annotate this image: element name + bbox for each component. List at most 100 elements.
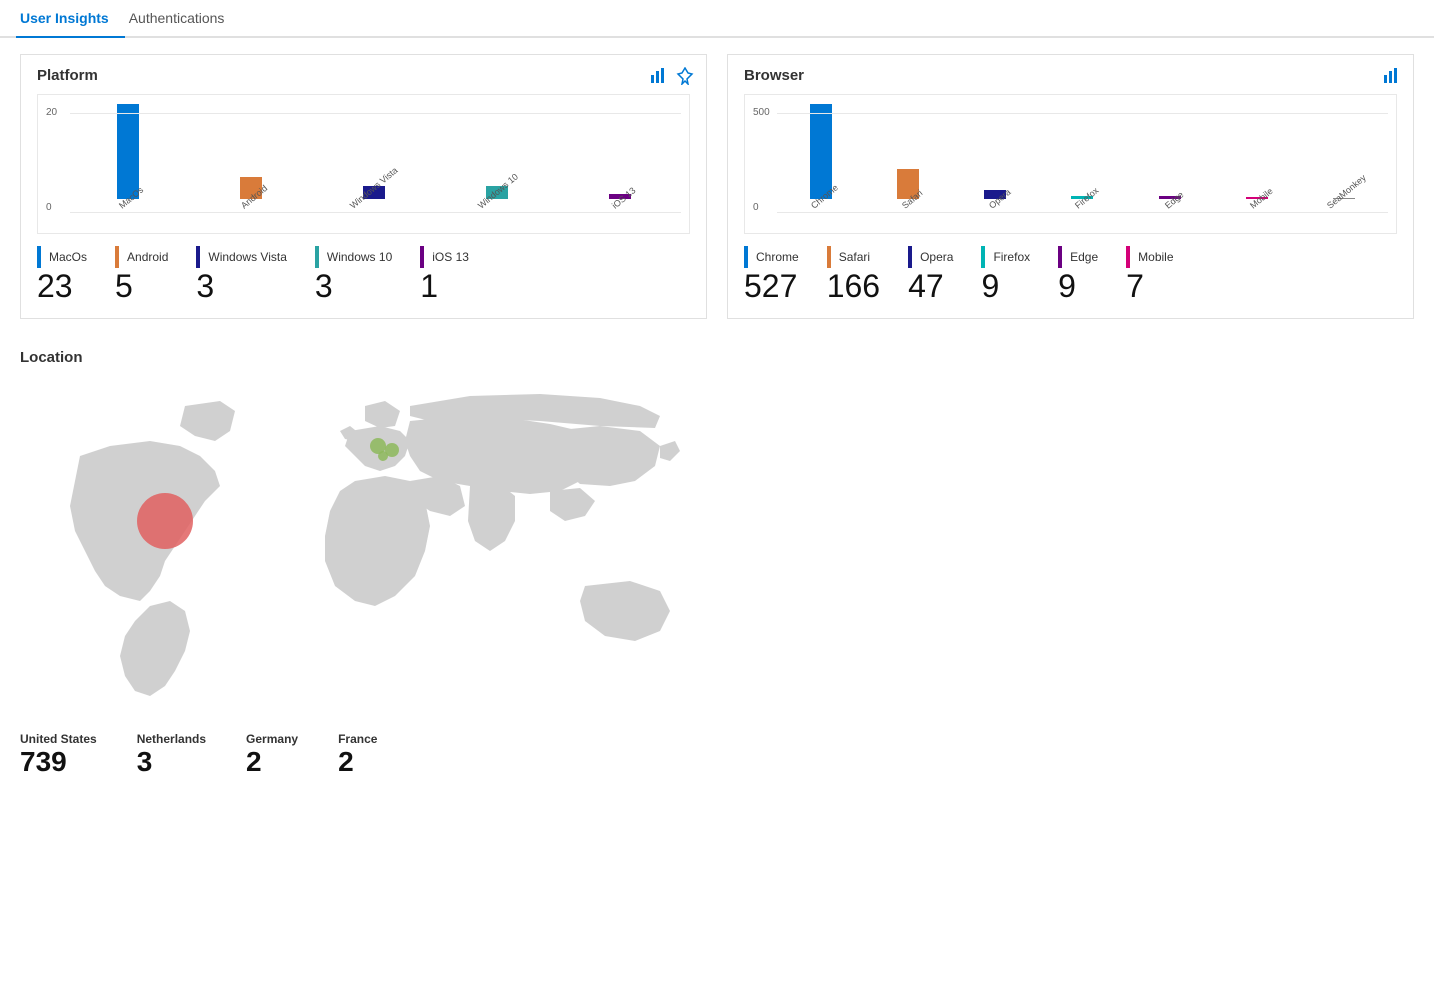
browser-stats: Chrome 527 Safari 166 Opera 4 [744,246,1397,302]
stat-value-android: 5 [115,270,168,302]
browser-panel: Browser 500 0 Chrome [727,54,1414,319]
browser-y-zero: 0 [753,202,759,213]
stat-chrome: Chrome 527 [744,246,799,302]
platform-panel: Platform 20 0 [20,54,707,319]
stat-macos: MacOs 23 [37,246,87,302]
country-value-de: 2 [246,746,298,778]
bar-macos [117,104,139,199]
country-value-nl: 3 [137,746,206,778]
platform-y-zero: 0 [46,202,52,213]
stat-bar-mobile [1126,246,1130,268]
stat-value-safari: 166 [827,270,880,302]
country-stats: United States 739 Netherlands 3 Germany … [20,732,1414,778]
stat-bar-safari [827,246,831,268]
world-map-container [20,376,770,716]
bar-label-ios13: iOS 13 [610,185,638,210]
stat-label-windowsvista: Windows Vista [208,250,286,264]
stat-label-edge: Edge [1070,250,1098,264]
stat-bar-android [115,246,119,268]
bar-label-mobile: Mobile [1248,186,1275,211]
bar-group-seamonkey: SeaMonkey [1307,198,1382,213]
bar-group-mobile: Mobile [1219,197,1294,213]
stat-opera: Opera 47 [908,246,953,302]
stat-label-chrome: Chrome [756,250,799,264]
platform-bars: MacOs Android Windows Vista Windows [46,103,681,233]
bar-label-edge: Edge [1163,189,1186,210]
stat-value-chrome: 527 [744,270,799,302]
usa-bubble [137,493,193,549]
stat-firefox: Firefox 9 [981,246,1030,302]
stat-bar-windows10 [315,246,319,268]
stat-ios13: iOS 13 1 [420,246,469,302]
stat-safari: Safari 166 [827,246,880,302]
country-name-de: Germany [246,732,298,746]
stat-bar-windowsvista [196,246,200,268]
tab-user-insights[interactable]: User Insights [16,0,125,38]
platform-title: Platform [37,67,690,84]
stat-label-macos: MacOs [49,250,87,264]
stat-label-safari: Safari [839,250,870,264]
country-name-nl: Netherlands [137,732,206,746]
platform-y-top: 20 [46,107,57,118]
stat-value-macos: 23 [37,270,87,302]
bar-group-windows10: Windows 10 [445,186,548,213]
bar-group-chrome: Chrome [783,104,858,213]
browser-panel-icons[interactable] [1383,67,1401,90]
browser-chart: 500 0 Chrome Safari [744,94,1397,234]
stat-android: Android 5 [115,246,168,302]
pin-icon[interactable] [676,67,694,90]
bar-label-seamonkey: SeaMonkey [1325,172,1368,210]
browser-y-top: 500 [753,107,770,118]
stat-label-opera: Opera [920,250,953,264]
stat-mobile: Mobile 7 [1126,246,1173,302]
country-value-fr: 2 [338,746,377,778]
stat-value-windowsvista: 3 [196,270,286,302]
bar-group-safari: Safari [870,169,945,213]
stat-windowsvista: Windows Vista 3 [196,246,286,302]
country-fr: France 2 [338,732,377,778]
bar-chrome [810,104,832,199]
tabs-container: User Insights Authentications [0,0,1434,38]
europe-bubble-3 [378,451,388,461]
chart-icon[interactable] [650,67,668,90]
browser-title: Browser [744,67,1397,84]
stat-value-firefox: 9 [981,270,1030,302]
stat-label-windows10: Windows 10 [327,250,392,264]
platform-stats: MacOs 23 Android 5 Windows Vista [37,246,690,302]
tab-authentications[interactable]: Authentications [125,0,241,36]
stat-bar-opera [908,246,912,268]
stat-label-mobile: Mobile [1138,250,1173,264]
browser-chart-icon[interactable] [1383,67,1401,90]
bar-label-windows10: Windows 10 [476,171,520,210]
bar-group-edge: Edge [1132,196,1207,213]
browser-bars: Chrome Safari Opera Firefox [753,103,1388,233]
platform-panel-icons[interactable] [650,67,694,90]
bar-group-android: Android [199,177,302,213]
stat-label-android: Android [127,250,168,264]
stat-value-mobile: 7 [1126,270,1173,302]
bar-group-opera: Opera [958,190,1033,213]
main-content: Platform 20 0 [0,38,1434,794]
stat-windows10: Windows 10 3 [315,246,392,302]
country-us: United States 739 [20,732,97,778]
stat-value-ios13: 1 [420,270,469,302]
bar-group-macos: MacOs [76,104,179,213]
country-nl: Netherlands 3 [137,732,206,778]
stat-bar-macos [37,246,41,268]
bar-label-firefox: Firefox [1073,185,1101,210]
top-charts-row: Platform 20 0 [20,54,1414,319]
country-value-us: 739 [20,746,97,778]
stat-value-windows10: 3 [315,270,392,302]
bar-label-windowsvista: Windows Vista [348,165,400,210]
bar-group-ios13: iOS 13 [568,194,671,213]
stat-bar-firefox [981,246,985,268]
location-title: Location [20,349,1414,366]
bar-group-firefox: Firefox [1045,196,1120,213]
stat-bar-edge [1058,246,1062,268]
location-section: Location [20,349,1414,778]
stat-bar-chrome [744,246,748,268]
stat-edge: Edge 9 [1058,246,1098,302]
stat-label-ios13: iOS 13 [432,250,469,264]
country-name-us: United States [20,732,97,746]
bar-group-windowsvista: Windows Vista [322,186,425,213]
